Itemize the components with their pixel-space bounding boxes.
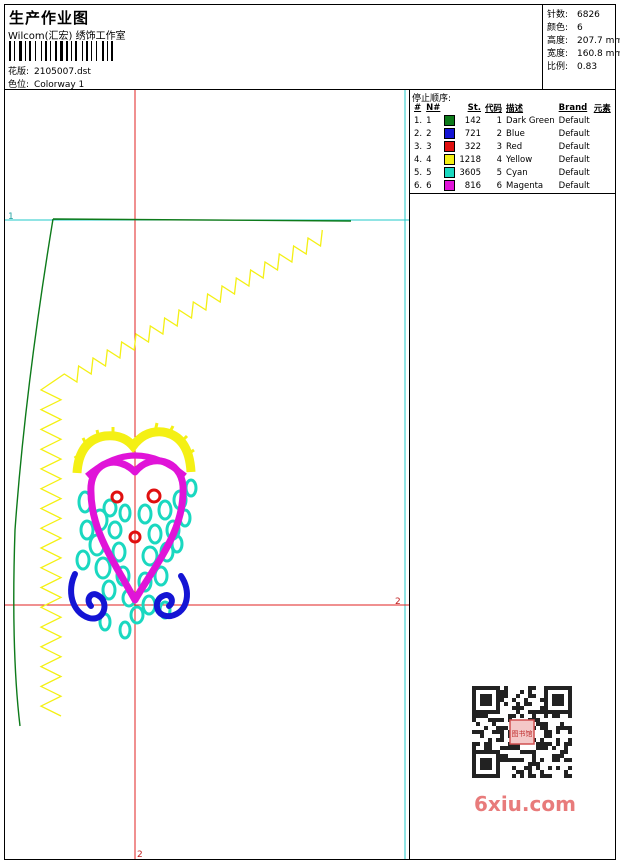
col-st: St. bbox=[467, 103, 482, 113]
qr-code-icon: 图书馆 bbox=[472, 686, 572, 778]
cell-desc: Yellow bbox=[506, 154, 533, 165]
cell-n: 4 bbox=[426, 154, 432, 165]
cell-index: 4. bbox=[414, 154, 423, 165]
cell-swatch bbox=[442, 114, 457, 127]
cell-code: 6 bbox=[496, 180, 503, 191]
cell-st: 142 bbox=[464, 115, 482, 126]
color-swatch bbox=[444, 154, 456, 165]
cell-index: 2. bbox=[414, 128, 423, 139]
stat-colors: 颜色: 6 bbox=[547, 23, 583, 33]
design-line: 花版: 2105007.dst bbox=[8, 64, 91, 77]
cell-swatch bbox=[442, 140, 457, 153]
cell-index: 5. bbox=[414, 167, 423, 178]
table-row: 1. 1 142 1 Dark Green Default bbox=[412, 114, 613, 127]
cell-brand: Default bbox=[558, 115, 590, 126]
cell-brand: Default bbox=[558, 154, 590, 165]
cell-st: 721 bbox=[464, 128, 482, 139]
cell-swatch bbox=[442, 179, 457, 192]
col-desc: 描述 bbox=[506, 104, 524, 114]
stat-height: 高度: 207.7 mm bbox=[547, 36, 620, 46]
red-circle-right bbox=[146, 488, 162, 504]
cell-st: 322 bbox=[464, 141, 482, 152]
embroidery-preview: 1 2 2 bbox=[5, 90, 409, 859]
color-swatch bbox=[444, 141, 456, 152]
cell-code: 3 bbox=[496, 141, 503, 152]
design-label: 花版: bbox=[8, 67, 30, 77]
cell-code: 5 bbox=[496, 167, 503, 178]
barcode-icon bbox=[9, 41, 113, 61]
col-code: 代码 bbox=[485, 104, 503, 114]
site-watermark: 6xiu.com bbox=[474, 792, 576, 816]
notes-panel: 图书馆 6xiu.com bbox=[409, 193, 616, 860]
design-value: 2105007.dst bbox=[34, 67, 91, 77]
cell-element bbox=[592, 153, 613, 166]
cell-n: 6 bbox=[426, 180, 432, 191]
cell-st: 1218 bbox=[459, 154, 482, 165]
table-row: 3. 3 322 3 Red Default bbox=[412, 140, 613, 153]
cell-brand: Default bbox=[558, 141, 590, 152]
col-swatch bbox=[442, 102, 457, 114]
blue-spiral-left bbox=[68, 571, 108, 622]
cell-element bbox=[592, 179, 613, 192]
marker-right: 2 bbox=[395, 597, 401, 607]
color-swatch bbox=[444, 115, 456, 126]
cell-swatch bbox=[442, 153, 457, 166]
stats-panel: 针数: 6826 颜色: 6 高度: 207.7 mm 宽度: 160.8 mm 比例:… bbox=[542, 5, 620, 89]
cell-n: 1 bbox=[426, 115, 432, 126]
cell-element bbox=[592, 140, 613, 153]
cell-st: 816 bbox=[464, 180, 482, 191]
cell-code: 1 bbox=[496, 115, 503, 126]
stat-stitches: 针数: 6826 bbox=[547, 10, 600, 20]
col-element: 元素 bbox=[593, 104, 611, 114]
cell-brand: Default bbox=[558, 180, 590, 191]
cell-index: 1. bbox=[414, 115, 423, 126]
cell-n: 3 bbox=[426, 141, 432, 152]
color-swatch bbox=[444, 180, 456, 191]
cell-desc: Magenta bbox=[506, 180, 544, 191]
col-index: # bbox=[414, 103, 422, 113]
page-title: 生产作业图 bbox=[9, 9, 90, 27]
qr-seal-text: 图书馆 bbox=[512, 729, 533, 738]
studio-subtitle: Wilcom(汇宏) 绣饰工作室 bbox=[8, 31, 126, 42]
cell-index: 6. bbox=[414, 180, 423, 191]
cell-swatch bbox=[442, 127, 457, 140]
marker-bottom: 2 bbox=[137, 850, 143, 859]
cell-desc: Cyan bbox=[506, 167, 528, 178]
cell-n: 5 bbox=[426, 167, 432, 178]
cell-desc: Blue bbox=[506, 128, 525, 139]
table-row: 4. 4 1218 4 Yellow Default bbox=[412, 153, 613, 166]
table-row: 5. 5 3605 5 Cyan Default bbox=[412, 166, 613, 179]
cell-code: 4 bbox=[496, 154, 503, 165]
stop-sequence-panel: 停止顺序: # N# St. 代码 描述 Brand 元素 1. 1 142 1 Dar… bbox=[409, 89, 616, 194]
cell-element bbox=[592, 166, 613, 179]
red-circle-left bbox=[110, 490, 124, 504]
cell-element bbox=[592, 114, 613, 127]
cell-swatch bbox=[442, 166, 457, 179]
table-row: 2. 2 721 2 Blue Default bbox=[412, 127, 613, 140]
cell-desc: Dark Green bbox=[506, 115, 555, 126]
stat-width: 宽度: 160.8 mm bbox=[547, 49, 620, 59]
cell-st: 3605 bbox=[459, 167, 482, 178]
marker-top-left: 1 bbox=[8, 212, 14, 222]
cell-desc: Red bbox=[506, 141, 523, 152]
table-row: 6. 6 816 6 Magenta Default bbox=[412, 179, 613, 192]
cell-element bbox=[592, 127, 613, 140]
color-swatch bbox=[444, 167, 456, 178]
cell-brand: Default bbox=[558, 128, 590, 139]
stat-scale: 比例: 0.83 bbox=[547, 62, 598, 72]
design-canvas[interactable]: 1 2 2 bbox=[4, 89, 410, 860]
header-panel: 生产作业图 Wilcom(汇宏) 绣饰工作室 花版: 2105007.dst 色位… bbox=[4, 4, 620, 90]
cell-index: 3. bbox=[414, 141, 423, 152]
table-header-row: # N# St. 代码 描述 Brand 元素 bbox=[412, 102, 613, 114]
cell-n: 2 bbox=[426, 128, 432, 139]
stop-sequence-table: # N# St. 代码 描述 Brand 元素 1. 1 142 1 Dark Gree… bbox=[412, 102, 613, 192]
color-swatch bbox=[444, 128, 456, 139]
col-n: N# bbox=[426, 103, 441, 113]
col-brand: Brand bbox=[558, 103, 588, 113]
cell-brand: Default bbox=[558, 167, 590, 178]
cell-code: 2 bbox=[496, 128, 503, 139]
